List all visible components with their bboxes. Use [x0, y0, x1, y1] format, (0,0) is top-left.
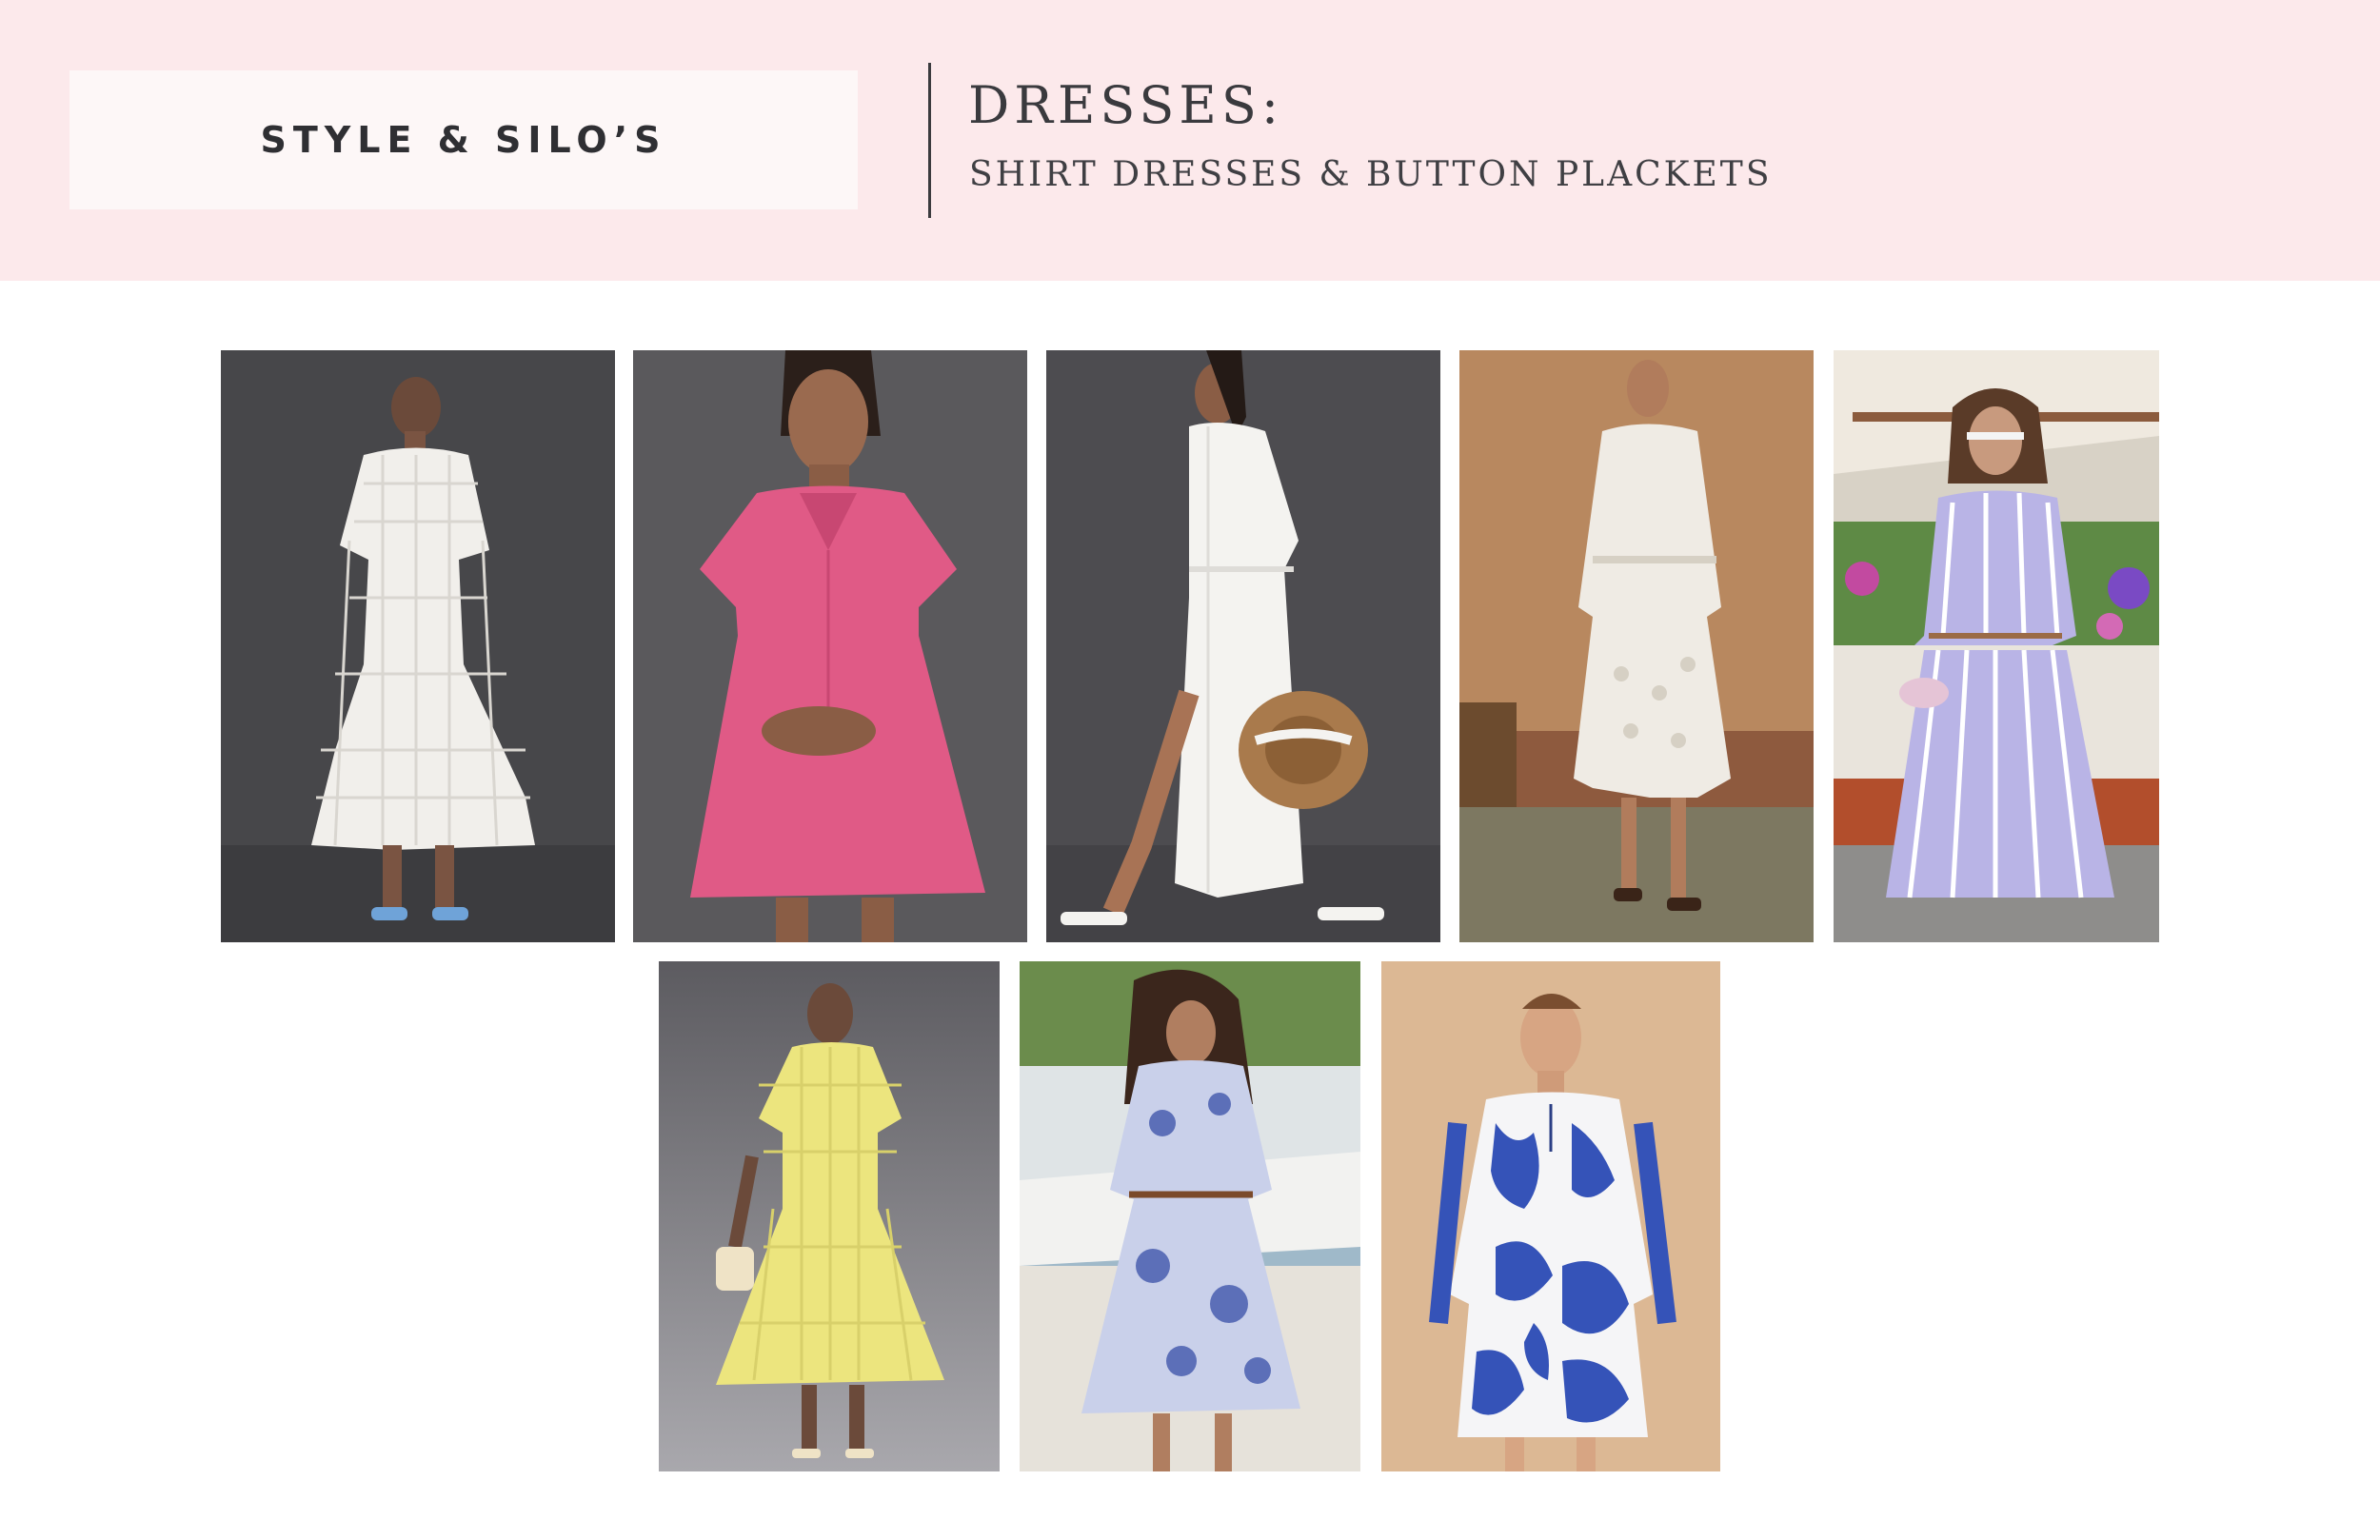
logo[interactable]: STYLE & SILO’S — [69, 70, 858, 209]
product-photo-white-maxi-dress[interactable] — [1046, 350, 1440, 942]
product-photo-striped-set[interactable] — [1834, 350, 2159, 942]
product-photo-yellow-grid-dress[interactable] — [659, 961, 1000, 1471]
product-photo-blue-floral-mini-dress[interactable] — [1381, 961, 1720, 1471]
header-band: STYLE & SILO’S DRESSES: SHIRT DRESSES & … — [0, 0, 2380, 281]
page-subtitle: SHIRT DRESSES & BUTTON PLACKETS — [969, 155, 1773, 194]
page-title: DRESSES: — [968, 75, 1284, 135]
product-photo-pink-mini-dress[interactable] — [633, 350, 1027, 942]
product-photo-white-eyelet-dress[interactable] — [1459, 350, 1814, 942]
logo-text: STYLE & SILO’S — [260, 119, 667, 161]
product-photo-blue-floral-maxi-dress[interactable] — [1020, 961, 1360, 1471]
header-divider — [928, 63, 931, 218]
product-photo-white-grid-dress[interactable] — [221, 350, 615, 942]
